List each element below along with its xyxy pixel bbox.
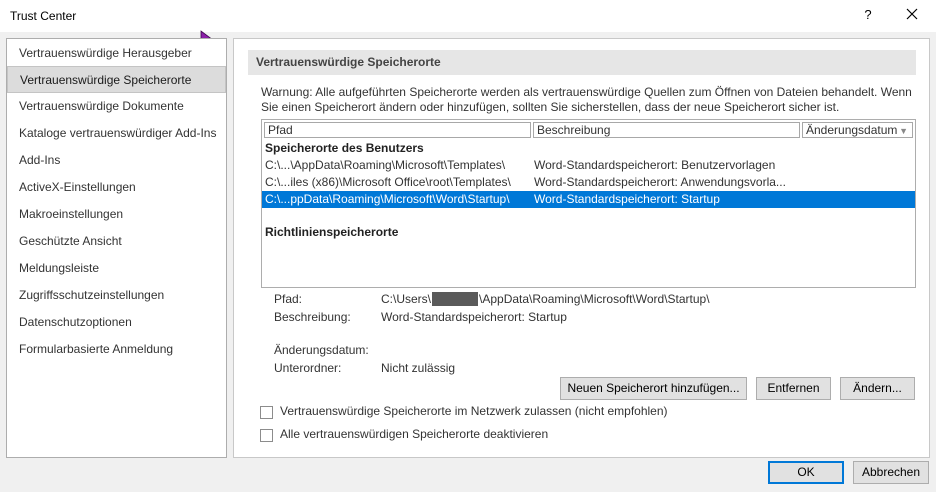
sidebar-item-activex[interactable]: ActiveX-Einstellungen [7, 174, 226, 201]
section-header: Vertrauenswürdige Speicherorte [248, 50, 916, 75]
sidebar-item-kataloge[interactable]: Kataloge vertrauenswürdiger Add-Ins [7, 120, 226, 147]
close-icon [906, 8, 918, 20]
group-policy-locations: Richtlinienspeicherorte [265, 225, 399, 239]
warning-line-1: Warnung: Alle aufgeführten Speicherorte … [261, 85, 912, 99]
cancel-button[interactable]: Abbrechen [853, 461, 929, 484]
sidebar-item-makro[interactable]: Makroeinstellungen [7, 201, 226, 228]
sidebar-item-speicherorte[interactable]: Vertrauenswürdige Speicherorte [7, 66, 226, 93]
help-button[interactable]: ? [856, 3, 880, 27]
sidebar-item-geschuetzte-ansicht[interactable]: Geschützte Ansicht [7, 228, 226, 255]
group-user-locations: Speicherorte des Benutzers [265, 141, 424, 155]
detail-path-suffix: \AppData\Roaming\Microsoft\Word\Startup\ [479, 292, 710, 306]
detail-description-value: Word-Standardspeicherort: Startup [381, 310, 567, 324]
detail-path-value: C:\Users\ \AppData\Roaming\Microsoft\Word… [381, 292, 710, 306]
window-title: Trust Center [10, 9, 77, 23]
title-bar: Trust Center ? [0, 0, 936, 32]
remove-button[interactable]: Entfernen [756, 377, 831, 400]
ok-button[interactable]: OK [768, 461, 844, 484]
row-path: C:\...ppData\Roaming\Microsoft\Word\Star… [265, 192, 510, 206]
column-header-pfad[interactable]: Pfad [264, 122, 531, 138]
sidebar-item-meldungsleiste[interactable]: Meldungsleiste [7, 255, 226, 282]
sidebar-item-zugriffsschutz[interactable]: Zugriffsschutzeinstellungen [7, 282, 226, 309]
table-row[interactable]: C:\...iles (x86)\Microsoft Office\root\T… [262, 174, 915, 191]
detail-subfolder-label: Unterordner: [274, 361, 342, 375]
sidebar-item-add-ins[interactable]: Add-Ins [7, 147, 226, 174]
locations-table[interactable]: Pfad Beschreibung Änderungsdatum ▼ Speic… [261, 119, 916, 288]
modify-button[interactable]: Ändern... [840, 377, 915, 400]
detail-path-prefix: C:\Users\ [381, 292, 432, 306]
sort-arrow-icon: ▼ [899, 126, 908, 136]
warning-text: Warnung: Alle aufgeführten Speicherorte … [261, 85, 921, 115]
checkbox-box[interactable] [260, 429, 273, 442]
table-header: Pfad Beschreibung Änderungsdatum ▼ [264, 122, 913, 138]
table-row[interactable]: C:\...\AppData\Roaming\Microsoft\Templat… [262, 157, 915, 174]
close-button[interactable] [898, 3, 926, 27]
detail-subfolder-value: Nicht zulässig [381, 361, 456, 375]
main-panel: Vertrauenswürdige Speicherorte Warnung: … [233, 38, 930, 458]
add-location-button[interactable]: Neuen Speicherort hinzufügen... [560, 377, 747, 400]
checkbox-box[interactable] [260, 406, 273, 419]
sidebar-item-dokumente[interactable]: Vertrauenswürdige Dokumente [7, 93, 226, 120]
column-header-aenderungsdatum-label: Änderungsdatum [806, 123, 898, 137]
row-path: C:\...iles (x86)\Microsoft Office\root\T… [265, 175, 511, 189]
sidebar-item-datenschutz[interactable]: Datenschutzoptionen [7, 309, 226, 336]
column-header-aenderungsdatum[interactable]: Änderungsdatum ▼ [802, 122, 913, 138]
detail-description-label: Beschreibung: [274, 310, 351, 324]
row-path: C:\...\AppData\Roaming\Microsoft\Templat… [265, 158, 506, 172]
checkbox-label[interactable]: Alle vertrauenswürdigen Speicherorte dea… [280, 427, 548, 441]
sidebar-item-formularanmeldung[interactable]: Formularbasierte Anmeldung [7, 336, 226, 363]
warning-line-2: Sie einen Speicherort ändern oder hinzuf… [261, 100, 840, 114]
detail-date-label: Änderungsdatum: [274, 343, 369, 357]
checkbox-label[interactable]: Vertrauenswürdige Speicherorte im Netzwe… [280, 404, 668, 418]
table-row-selected[interactable]: C:\...ppData\Roaming\Microsoft\Word\Star… [262, 191, 915, 208]
redacted-username [432, 292, 479, 306]
row-description: Word-Standardspeicherort: Benutzervorlag… [534, 158, 776, 172]
row-description: Word-Standardspeicherort: Startup [534, 192, 720, 206]
sidebar-item-herausgeber[interactable]: Vertrauenswürdige Herausgeber [7, 40, 226, 67]
row-description: Word-Standardspeicherort: Anwendungsvorl… [534, 175, 786, 189]
sidebar-nav: Vertrauenswürdige Herausgeber Vertrauens… [6, 38, 227, 458]
detail-path-label: Pfad: [274, 292, 303, 306]
column-header-beschreibung[interactable]: Beschreibung [533, 122, 800, 138]
